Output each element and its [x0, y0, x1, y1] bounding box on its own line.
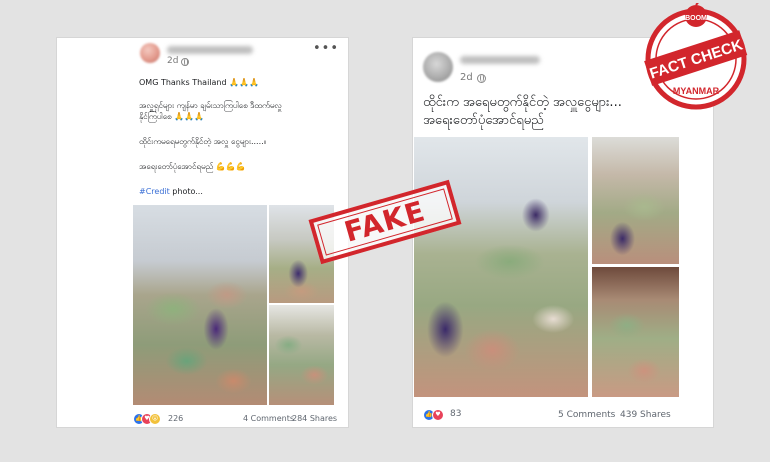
globe-icon: [181, 58, 189, 66]
blurred-author-name[interactable]: [460, 56, 540, 64]
reactions-bar[interactable]: 👍 ♥ 83: [423, 409, 493, 421]
avatar[interactable]: [140, 43, 160, 63]
avatar[interactable]: [423, 52, 453, 82]
credit-hashtag-link[interactable]: #Credit: [139, 187, 170, 196]
post-line-4: ထိုင်းကမရေမတွက်နိုင်တဲ့ အလှူ ငွေများ....…: [139, 137, 267, 146]
shares-count[interactable]: 439 Shares: [620, 410, 671, 420]
post-line-2: အလှူရှင်များ ကျန်မာ ချမ်းသာကြပါစေ ဒီထက်မ…: [139, 101, 282, 110]
post-line-1: ထိုင်းက အရေမတွက်နိုင်တဲ့ အလှူငွေများ...: [423, 95, 622, 110]
love-icon: ♥: [432, 409, 444, 421]
post-photo-bottom-right[interactable]: [592, 267, 679, 397]
comments-count[interactable]: 5 Comments: [558, 410, 615, 420]
ellipsis-icon[interactable]: •••: [313, 42, 339, 55]
wow-icon: 😮: [149, 413, 161, 425]
globe-icon: [477, 74, 486, 83]
logo-top-text: BOOM: [685, 15, 707, 22]
post-line-2: အရေးတော်ပုံအောင်ရမည်: [423, 113, 544, 128]
reaction-count: 226: [168, 414, 184, 423]
post-photo-main[interactable]: [414, 137, 588, 397]
post-line-1: OMG Thanks Thailand 🙏🙏🙏: [139, 78, 259, 87]
comments-count[interactable]: 4 Comments: [243, 414, 294, 423]
reactions-bar[interactable]: 👍 ♥ 😮 226: [133, 413, 213, 425]
left-post-card: 2d ••• OMG Thanks Thailand 🙏🙏🙏 အလှူရှင်မ…: [57, 38, 348, 427]
reaction-count: 83: [450, 409, 462, 419]
post-photo-main[interactable]: [133, 205, 267, 405]
credit-line: #Credit photo...: [139, 186, 203, 197]
post-line-5: အရေးတော်ပုံအောင်ရမည် 💪💪💪: [139, 162, 246, 171]
post-photo-bottom-right[interactable]: [269, 305, 334, 405]
post-time: 2d: [167, 56, 179, 66]
post-time: 2d: [460, 72, 473, 83]
logo-bottom-text: MYANMAR: [673, 86, 720, 96]
post-photo-top-right[interactable]: [592, 137, 679, 264]
post-line-3: နိုင်ကြပါစေ 🙏🙏🙏: [139, 112, 204, 121]
credit-rest[interactable]: photo...: [170, 187, 203, 196]
boom-fact-check-logo: BOOM FACT CHECK MYANMAR: [644, 3, 748, 110]
blurred-author-name[interactable]: [167, 46, 253, 54]
shares-count[interactable]: 284 Shares: [292, 414, 337, 423]
